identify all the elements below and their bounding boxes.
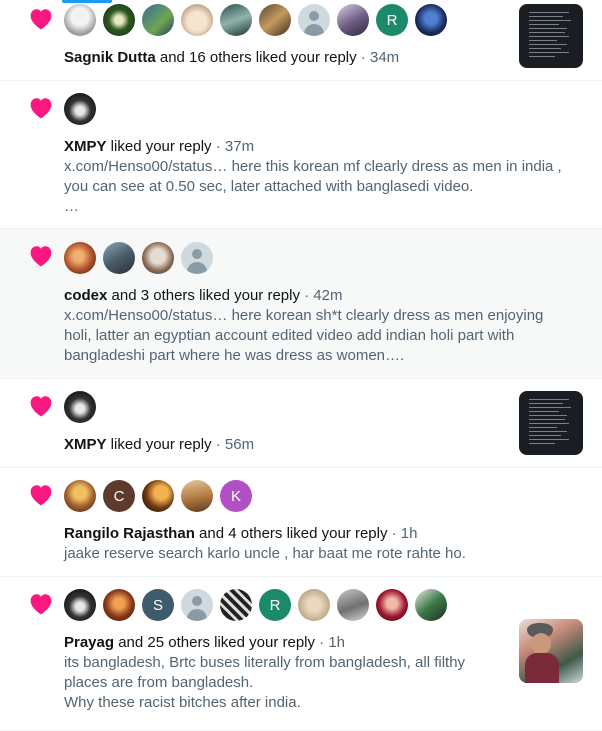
avatar[interactable]: K	[220, 480, 252, 512]
heart-icon	[30, 594, 52, 615]
action-text: and 25 others liked your reply	[114, 634, 315, 651]
preview-line: places are from bangladesh.	[64, 674, 254, 691]
heart-icon	[30, 246, 52, 267]
avatar[interactable]	[181, 242, 213, 274]
heart-icon	[30, 9, 52, 30]
avatar[interactable]	[64, 4, 96, 36]
reply-preview: x.com/Henso00/status… here this korean m…	[64, 157, 562, 217]
avatar[interactable]	[298, 4, 330, 36]
avatar-row: S R	[64, 589, 447, 621]
avatar-row: R	[64, 4, 447, 36]
timestamp: · 1h	[387, 525, 418, 542]
action-text: liked your reply	[106, 138, 212, 155]
heart-icon	[30, 396, 52, 417]
avatar[interactable]	[103, 242, 135, 274]
avatar[interactable]	[64, 242, 96, 274]
avatar[interactable]: C	[103, 480, 135, 512]
avatar[interactable]	[337, 4, 369, 36]
avatar[interactable]	[259, 4, 291, 36]
avatar[interactable]: R	[259, 589, 291, 621]
notification-item[interactable]: XMPY liked your reply · 56m	[0, 379, 602, 468]
reply-preview: its bangladesh, Brtc buses literally fro…	[64, 653, 524, 713]
notification-text: codex and 3 others liked your reply · 42…	[64, 286, 342, 306]
preview-line: x.com/Henso00/status… here this korean m…	[64, 158, 562, 175]
reply-preview: x.com/Henso00/status… here korean sh*t c…	[64, 306, 544, 366]
reply-thumbnail[interactable]	[519, 619, 583, 683]
reply-thumbnail[interactable]	[519, 4, 583, 68]
notification-item[interactable]: S R Prayag and 25 others liked your repl…	[0, 577, 602, 731]
avatar[interactable]	[64, 589, 96, 621]
avatar[interactable]	[142, 242, 174, 274]
action-text: and 4 others liked your reply	[194, 525, 388, 542]
preview-line: …	[64, 198, 79, 215]
avatar[interactable]	[376, 589, 408, 621]
avatar[interactable]	[64, 93, 96, 125]
notification-text: Prayag and 25 others liked your reply · …	[64, 633, 345, 653]
preview-line: Why these racist bitches after india.	[64, 694, 301, 711]
avatar[interactable]: S	[142, 589, 174, 621]
avatar[interactable]: R	[376, 4, 408, 36]
notification-text: XMPY liked your reply · 37m	[64, 137, 254, 157]
notification-text: Sagnik Dutta and 16 others liked your re…	[64, 48, 399, 68]
timestamp: · 1h	[315, 634, 346, 651]
avatar[interactable]	[415, 4, 447, 36]
user-name[interactable]: Rangilo Rajasthan	[64, 525, 195, 542]
notification-item[interactable]: R Sagnik Dutta and 16 others liked your …	[0, 0, 602, 81]
timestamp: · 37m	[211, 138, 255, 155]
action-text: and 3 others liked your reply	[107, 287, 300, 304]
reply-thumbnail[interactable]	[519, 391, 583, 455]
avatar[interactable]	[103, 4, 135, 36]
avatar-row	[64, 93, 96, 125]
heart-icon	[30, 98, 52, 119]
avatar-row	[64, 391, 96, 423]
avatar-row	[64, 242, 213, 274]
preview-line: holi, latter an egyptian account edited …	[64, 327, 515, 344]
avatar[interactable]	[220, 4, 252, 36]
notification-item[interactable]: codex and 3 others liked your reply · 42…	[0, 229, 602, 379]
avatar[interactable]	[142, 480, 174, 512]
avatar[interactable]	[181, 480, 213, 512]
user-name[interactable]: XMPY	[64, 138, 107, 155]
notification-text: XMPY liked your reply · 56m	[64, 435, 254, 455]
timestamp: · 56m	[211, 436, 255, 453]
avatar[interactable]	[220, 589, 252, 621]
avatar-row: C K	[64, 480, 252, 512]
avatar[interactable]	[64, 480, 96, 512]
preview-line: its bangladesh, Brtc buses literally fro…	[64, 654, 466, 671]
avatar[interactable]	[337, 589, 369, 621]
user-name[interactable]: Sagnik Dutta	[64, 49, 156, 66]
avatar[interactable]	[64, 391, 96, 423]
preview-line: jaake reserve search karlo uncle , har b…	[64, 545, 466, 562]
reply-preview: jaake reserve search karlo uncle , har b…	[64, 544, 524, 564]
notification-text: Rangilo Rajasthan and 4 others liked you…	[64, 524, 417, 544]
timestamp: · 42m	[299, 287, 343, 304]
avatar[interactable]	[142, 4, 174, 36]
avatar[interactable]	[415, 589, 447, 621]
preview-line: bangladeshi part where he was dress as w…	[64, 347, 405, 364]
avatar[interactable]	[181, 4, 213, 36]
heart-icon	[30, 485, 52, 506]
preview-line: you can see at 0.50 sec, later attached …	[64, 178, 474, 195]
avatar[interactable]	[103, 589, 135, 621]
notification-item[interactable]: C K Rangilo Rajasthan and 4 others liked…	[0, 468, 602, 577]
preview-line: x.com/Henso00/status… here korean sh*t c…	[64, 307, 544, 324]
user-name[interactable]: XMPY	[64, 436, 107, 453]
avatar[interactable]	[181, 589, 213, 621]
avatar[interactable]	[298, 589, 330, 621]
action-text: liked your reply	[106, 436, 212, 453]
user-name[interactable]: Prayag	[64, 634, 114, 651]
notification-item[interactable]: XMPY liked your reply · 37m x.com/Henso0…	[0, 81, 602, 229]
action-text: and 16 others liked your reply	[155, 49, 357, 66]
timestamp: · 34m	[356, 49, 400, 66]
user-name[interactable]: codex	[64, 287, 107, 304]
